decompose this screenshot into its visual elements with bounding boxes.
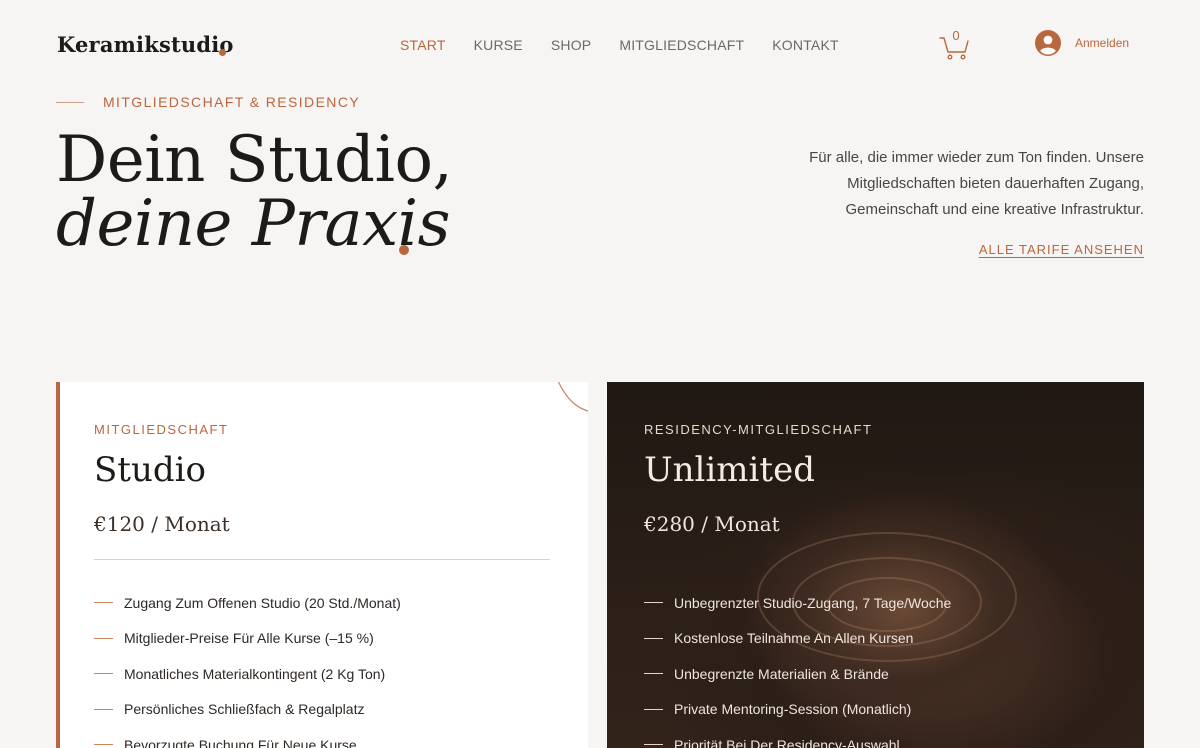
feature-text: Unbegrenzte Materialien & Brände xyxy=(674,665,889,682)
feature-item: Persönliches Schließfach & Regalplatz xyxy=(94,692,401,728)
hero-title-line2: deine Praxis xyxy=(56,187,450,261)
feature-text: Persönliches Schließfach & Regalplatz xyxy=(124,701,365,718)
dash-icon xyxy=(644,708,663,710)
dash-icon xyxy=(94,637,113,639)
site-header: Keramikstudio START KURSE SHOP MITGLIEDS… xyxy=(0,0,1200,90)
plan-card-studio[interactable]: MITGLIEDSCHAFT Studio €120 / Monat Zugan… xyxy=(56,382,588,748)
login-button[interactable]: Anmelden xyxy=(1035,30,1129,56)
feature-item: Mitglieder-Preise Für Alle Kurse (–15 %) xyxy=(94,621,401,657)
logo[interactable]: Keramikstudio xyxy=(57,32,234,57)
feature-text: Mitglieder-Preise Für Alle Kurse (–15 %) xyxy=(124,630,374,647)
plan-divider xyxy=(94,559,550,560)
dash-icon xyxy=(644,602,663,604)
feature-item: Unbegrenzter Studio-Zugang, 7 Tage/Woche xyxy=(644,585,951,621)
dash-icon xyxy=(644,744,663,746)
nav-start[interactable]: START xyxy=(400,37,446,53)
nav-mitgliedschaft[interactable]: MITGLIEDSCHAFT xyxy=(619,37,744,53)
feature-item: Unbegrenzte Materialien & Brände xyxy=(644,656,951,692)
plan-label: MITGLIEDSCHAFT xyxy=(94,422,229,437)
plan-card-unlimited[interactable]: RESIDENCY-MITGLIEDSCHAFT Unlimited €280 … xyxy=(607,382,1144,748)
dash-icon xyxy=(94,708,113,710)
plan-feature-list: Unbegrenzter Studio-Zugang, 7 Tage/Woche… xyxy=(644,585,951,748)
nav-kontakt[interactable]: KONTAKT xyxy=(772,37,838,53)
dash-icon xyxy=(644,673,663,675)
feature-text: Kostenlose Teilnahme An Allen Kursen xyxy=(674,630,914,647)
feature-item: Kostenlose Teilnahme An Allen Kursen xyxy=(644,621,951,657)
logo-dot xyxy=(219,49,226,56)
hero-eyebrow: MITGLIEDSCHAFT & RESIDENCY xyxy=(103,94,361,110)
hero-description: Für alle, die immer wieder zum Ton finde… xyxy=(809,149,1144,218)
feature-item: Private Mentoring-Session (Monatlich) xyxy=(644,692,951,728)
main-nav: START KURSE SHOP MITGLIEDSCHAFT KONTAKT xyxy=(400,37,839,53)
feature-text: Priorität Bei Der Residency-Auswahl xyxy=(674,736,900,748)
hero-title-line1: Dein Studio, xyxy=(56,123,453,197)
all-plans-link[interactable]: ALLE TARIFE ANSEHEN xyxy=(979,242,1144,257)
feature-text: Bevorzugte Buchung Für Neue Kurse xyxy=(124,736,357,748)
page: Keramikstudio START KURSE SHOP MITGLIEDS… xyxy=(0,0,1200,748)
hero-title: Dein Studio, deine Praxis xyxy=(56,128,453,261)
feature-item: Bevorzugte Buchung Für Neue Kurse xyxy=(94,727,401,748)
plan-feature-list: Zugang Zum Offenen Studio (20 Std./Monat… xyxy=(94,585,401,748)
nav-shop[interactable]: SHOP xyxy=(551,37,591,53)
plan-price: €120 / Monat xyxy=(94,512,230,536)
feature-item: Monatliches Materialkontingent (2 Kg Ton… xyxy=(94,656,401,692)
dash-icon xyxy=(94,673,113,675)
feature-item: Priorität Bei Der Residency-Auswahl xyxy=(644,727,951,748)
feature-item: Zugang Zum Offenen Studio (20 Std./Monat… xyxy=(94,585,401,621)
dash-icon xyxy=(94,602,113,604)
nav-kurse[interactable]: KURSE xyxy=(474,37,523,53)
feature-text: Zugang Zum Offenen Studio (20 Std./Monat… xyxy=(124,594,401,611)
eyebrow-line xyxy=(56,102,84,103)
plan-name: Unlimited xyxy=(644,450,815,490)
plan-price: €280 / Monat xyxy=(644,512,780,536)
plan-name: Studio xyxy=(94,450,206,490)
feature-text: Monatliches Materialkontingent (2 Kg Ton… xyxy=(124,665,386,682)
hero-title-dot xyxy=(399,245,409,255)
avatar-icon xyxy=(1035,30,1061,56)
dash-icon xyxy=(644,637,663,639)
feature-text: Private Mentoring-Session (Monatlich) xyxy=(674,701,912,718)
dash-icon xyxy=(94,744,113,746)
feature-text: Unbegrenzter Studio-Zugang, 7 Tage/Woche xyxy=(674,594,952,611)
login-label: Anmelden xyxy=(1075,36,1130,50)
plan-label: RESIDENCY-MITGLIEDSCHAFT xyxy=(644,422,873,437)
cart-count: 0 xyxy=(952,28,960,43)
decorative-arc xyxy=(558,382,588,412)
